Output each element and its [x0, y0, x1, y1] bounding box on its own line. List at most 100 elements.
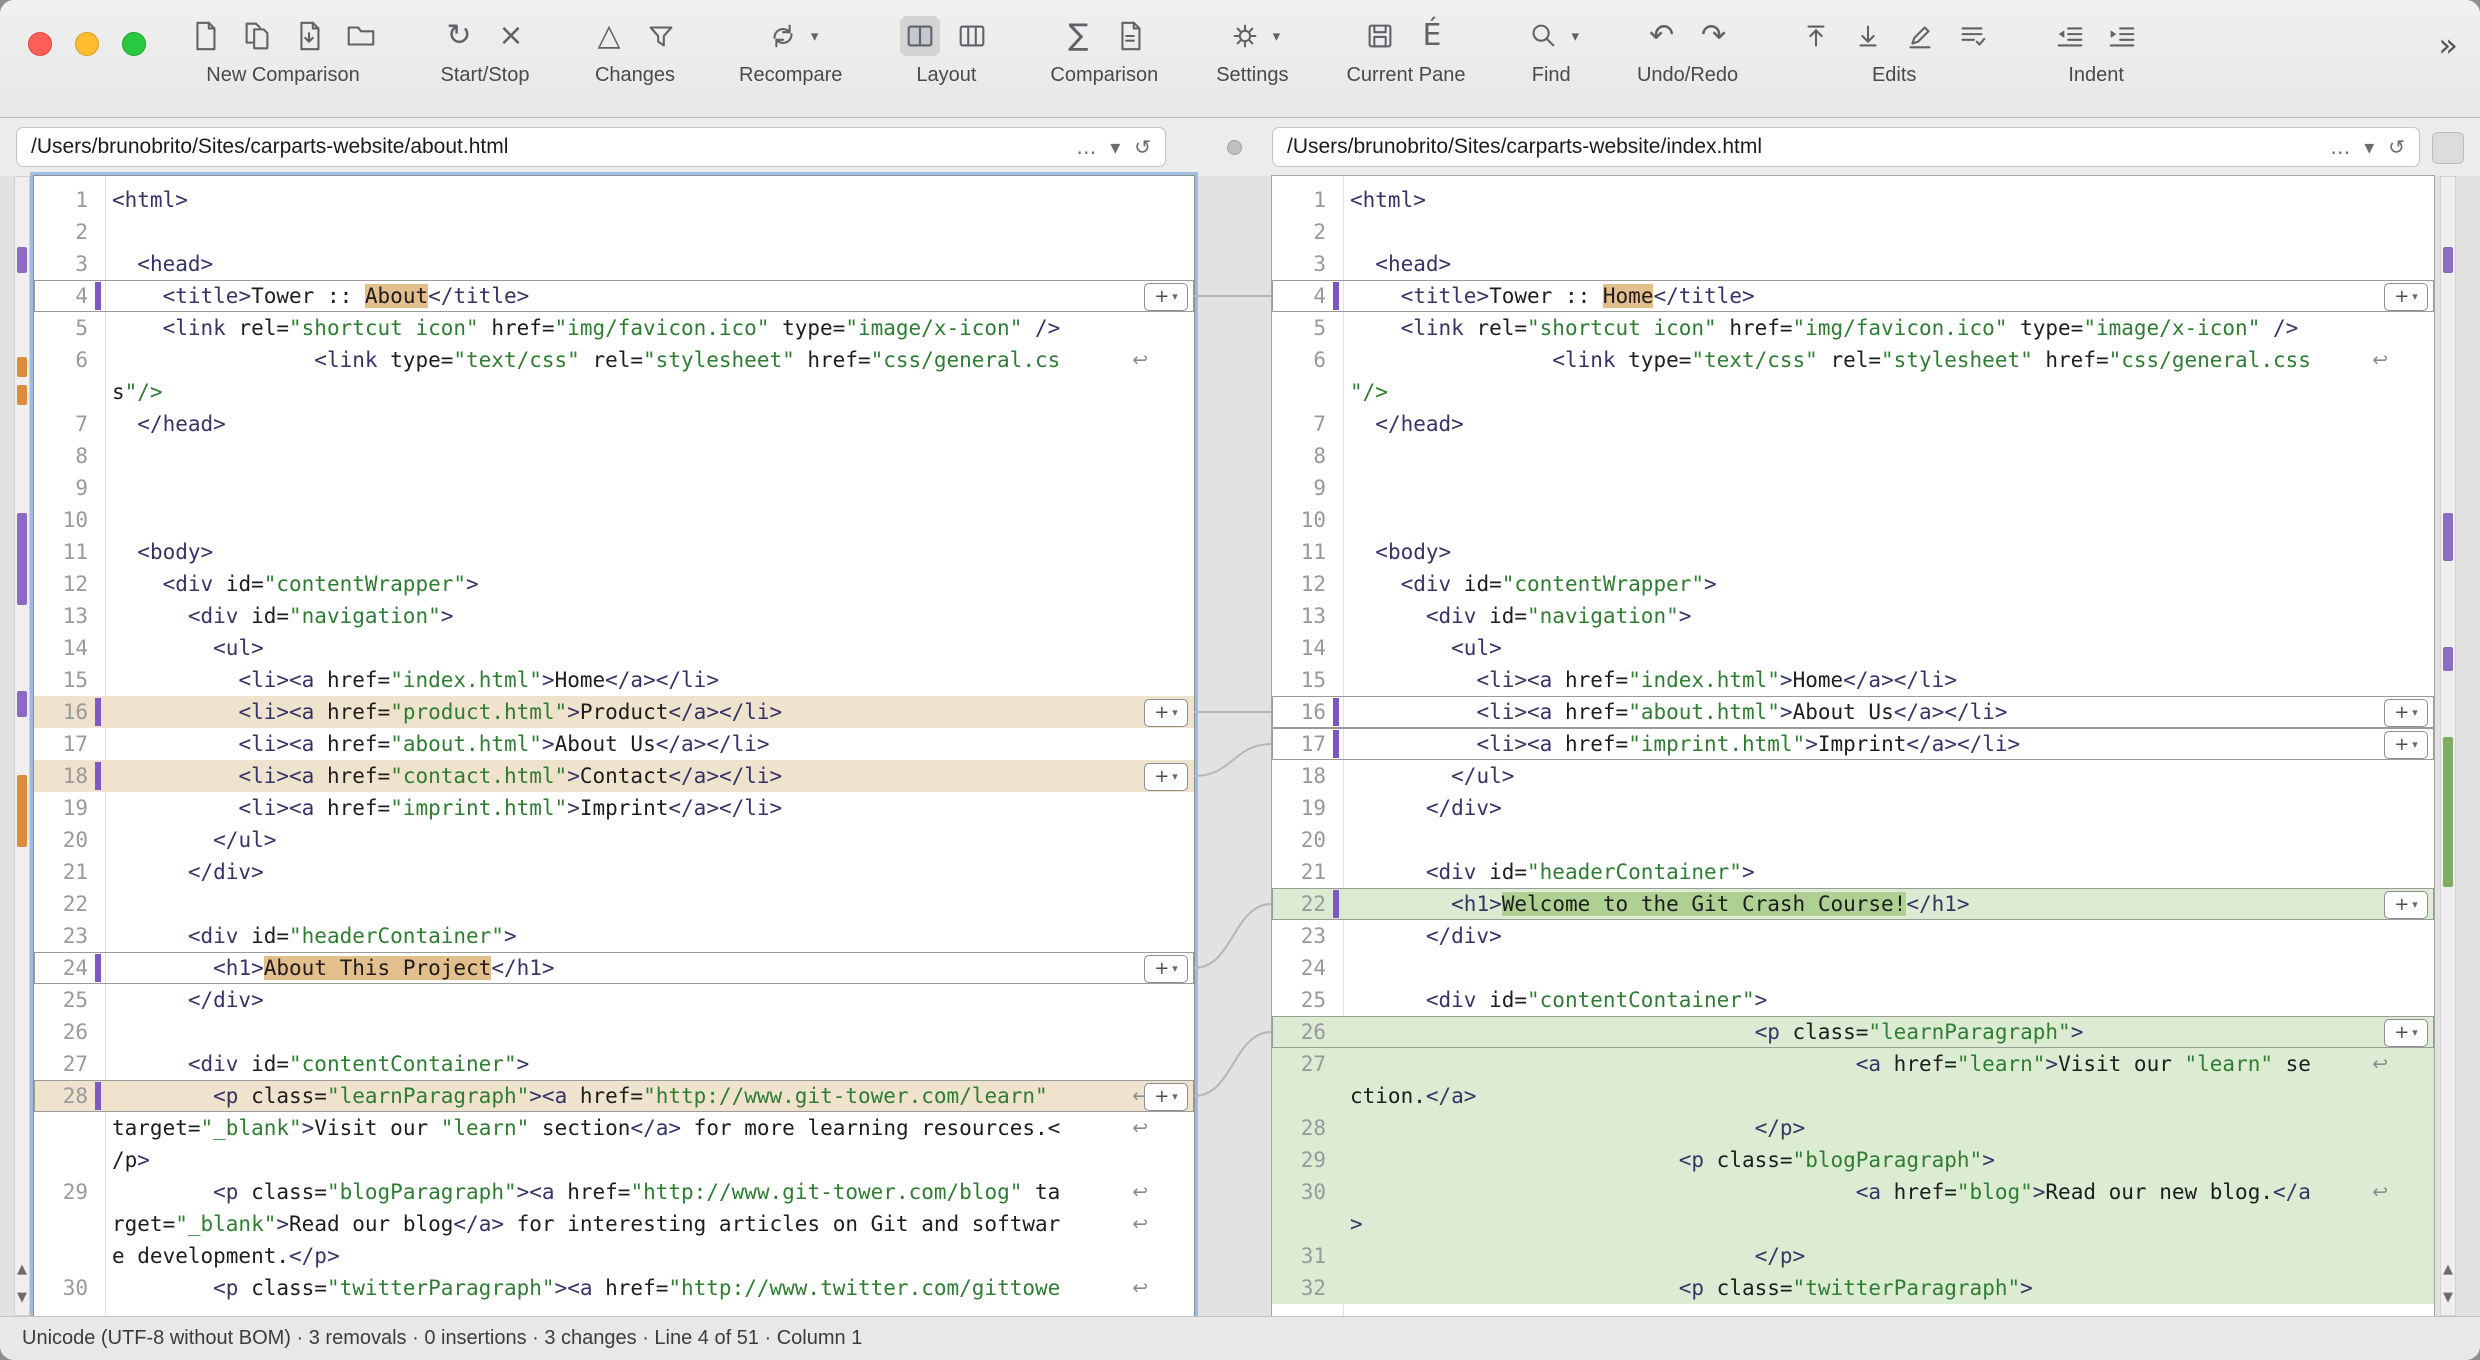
changes-delta-icon[interactable]: △: [589, 16, 629, 56]
tag-token: <a: [289, 700, 314, 724]
comparison-report-icon[interactable]: [1110, 16, 1150, 56]
restart-comparison-icon[interactable]: ↻: [439, 16, 479, 56]
new-image-comparison-icon[interactable]: [289, 16, 329, 56]
stop-comparison-icon[interactable]: ×: [491, 16, 531, 56]
dropdown-caret-icon[interactable]: ▾: [1273, 27, 1281, 45]
next-change-button[interactable]: ▼: [2441, 1290, 2455, 1305]
line-number: 18: [34, 760, 88, 792]
code-text: <div id="contentContainer">: [112, 1048, 529, 1080]
find-icon[interactable]: [1523, 16, 1563, 56]
undo-icon[interactable]: ↶: [1642, 16, 1682, 56]
path-dropdown-icon[interactable]: ▾: [2364, 135, 2374, 159]
tag-token: >: [1944, 732, 1957, 756]
change-map-mark[interactable]: [2443, 647, 2453, 671]
close-window-button[interactable]: [28, 32, 52, 56]
status-bar: Unicode (UTF-8 without BOM) · 3 removals…: [0, 1316, 2480, 1360]
outdent-icon[interactable]: [2050, 16, 2090, 56]
merge-change-button[interactable]: +▾: [2384, 891, 2428, 919]
change-map-left[interactable]: ▲▼: [14, 176, 30, 1316]
zoom-window-button[interactable]: [122, 32, 146, 56]
change-tick: [1333, 730, 1339, 758]
change-map-mark[interactable]: [17, 247, 27, 273]
code-rows: 1<html>23 <head>4 <title>Tower :: About<…: [34, 176, 1194, 1304]
tag-token: <li: [1476, 700, 1514, 724]
line-number: 10: [34, 504, 88, 536]
change-map-mark[interactable]: [2443, 247, 2453, 273]
code-row: 19 </div>: [1272, 792, 2434, 824]
pane-link-dot[interactable]: [1227, 140, 1242, 155]
change-map-mark[interactable]: [2443, 737, 2453, 887]
merge-change-button[interactable]: +▾: [1144, 955, 1188, 983]
minimize-window-button[interactable]: [75, 32, 99, 56]
comparison-summary-icon[interactable]: ∑: [1058, 16, 1098, 56]
merge-change-button[interactable]: +▾: [1144, 699, 1188, 727]
merge-change-button[interactable]: +▾: [1144, 283, 1188, 311]
string-token: "_blank": [201, 1116, 302, 1140]
pathbar-aux-button[interactable]: [2432, 132, 2464, 164]
indent-icon[interactable]: [2102, 16, 2142, 56]
change-map-mark[interactable]: [17, 775, 27, 847]
file-path-field-left[interactable]: /Users/brunobrito/Sites/carparts-website…: [16, 127, 1166, 167]
tag-token: <p: [1679, 1276, 1704, 1300]
accept-below-icon[interactable]: [1848, 16, 1888, 56]
line-number: 15: [1272, 664, 1326, 696]
recompare-icon[interactable]: [763, 16, 803, 56]
tag-token: <link: [163, 316, 226, 340]
change-map-mark[interactable]: [17, 691, 27, 717]
merge-change-button[interactable]: +▾: [2384, 699, 2428, 727]
code-text: <li><a href="index.html">Home</a></li>: [112, 664, 719, 696]
merge-change-button[interactable]: +▾: [1144, 1083, 1188, 1111]
change-map-right[interactable]: ▲▼: [2440, 176, 2456, 1316]
path-ellipsis-icon[interactable]: …: [2330, 135, 2350, 159]
text-encoding-icon[interactable]: É: [1412, 16, 1452, 56]
change-map-mark[interactable]: [2443, 513, 2453, 561]
path-history-icon[interactable]: ↺: [1134, 135, 1151, 159]
edit-list-icon[interactable]: [1952, 16, 1992, 56]
tag-token: >: [555, 1276, 568, 1300]
toolbar-overflow-chevron[interactable]: »: [2438, 26, 2458, 64]
string-token: "/>: [125, 380, 163, 404]
edit-pen-icon[interactable]: [1900, 16, 1940, 56]
string-token: "index.html": [1628, 668, 1780, 692]
filter-changes-icon[interactable]: [641, 16, 681, 56]
code-text: <p class="blogParagraph"><a href="http:/…: [112, 1176, 1060, 1208]
path-ellipsis-icon[interactable]: …: [1076, 135, 1096, 159]
code-text: >: [1350, 1208, 1363, 1240]
toolbar-group-label: Edits: [1872, 64, 1916, 87]
editor-pane-left[interactable]: 1<html>23 <head>4 <title>Tower :: About<…: [34, 176, 1194, 1316]
plus-icon: +: [1154, 701, 1169, 725]
previous-change-button[interactable]: ▲: [15, 1262, 29, 1277]
next-change-button[interactable]: ▼: [15, 1290, 29, 1305]
line-number: 6: [1272, 344, 1326, 376]
new-text-comparison-icon[interactable]: [185, 16, 225, 56]
merge-change-button[interactable]: +▾: [1144, 763, 1188, 791]
layout-horizontal-icon[interactable]: [952, 16, 992, 56]
change-map-mark[interactable]: [17, 385, 27, 405]
path-dropdown-icon[interactable]: ▾: [1110, 135, 1120, 159]
file-path-field-right[interactable]: /Users/brunobrito/Sites/carparts-website…: [1272, 127, 2420, 167]
new-merge-comparison-icon[interactable]: [237, 16, 277, 56]
new-folder-comparison-icon[interactable]: [341, 16, 381, 56]
path-history-icon[interactable]: ↺: [2388, 135, 2405, 159]
settings-gear-icon[interactable]: [1225, 16, 1265, 56]
editor-pane-right[interactable]: 1<html>23 <head>4 <title>Tower :: Home</…: [1272, 176, 2434, 1316]
string-token: "twitterParagraph": [327, 1276, 555, 1300]
change-map-mark[interactable]: [17, 357, 27, 377]
tag-token: <div: [1401, 572, 1452, 596]
accept-above-icon[interactable]: [1796, 16, 1836, 56]
tag-token: <h1: [1451, 892, 1489, 916]
dropdown-caret-icon[interactable]: ▾: [811, 27, 819, 45]
merge-change-button[interactable]: +▾: [2384, 731, 2428, 759]
save-file-icon[interactable]: [1360, 16, 1400, 56]
string-token: "/>: [1350, 380, 1388, 404]
redo-icon[interactable]: ↷: [1694, 16, 1734, 56]
string-token: "css/general.css: [2109, 348, 2311, 372]
string-token: "imprint.html": [390, 796, 567, 820]
change-map-mark[interactable]: [17, 513, 27, 605]
plus-icon: +: [2394, 733, 2409, 757]
previous-change-button[interactable]: ▲: [2441, 1262, 2455, 1277]
merge-change-button[interactable]: +▾: [2384, 283, 2428, 311]
merge-change-button[interactable]: +▾: [2384, 1019, 2428, 1047]
layout-vertical-icon[interactable]: [900, 16, 940, 56]
dropdown-caret-icon[interactable]: ▾: [1571, 27, 1579, 45]
